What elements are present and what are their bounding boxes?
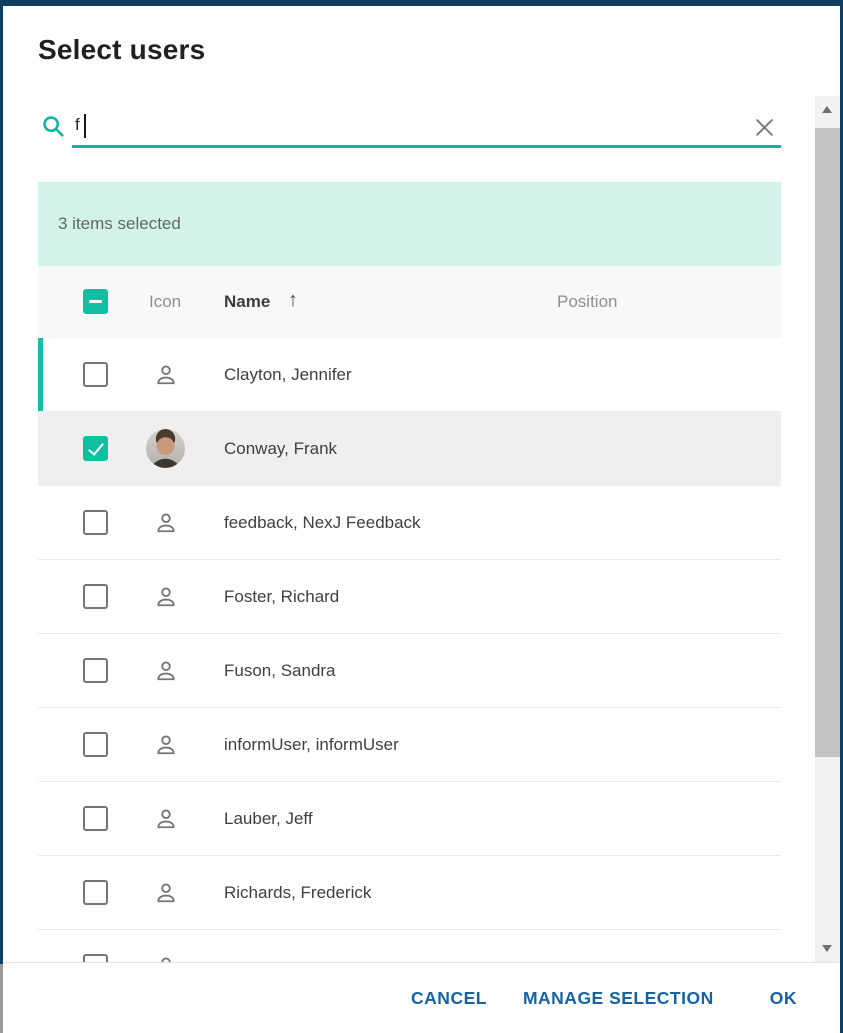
- table-row[interactable]: Lauber, Jeff: [38, 782, 781, 856]
- column-header-icon: Icon: [149, 292, 181, 312]
- user-list: Clayton, Jennifer Conway, Frank feedback…: [38, 338, 781, 962]
- selection-count-text: 3 items selected: [58, 214, 181, 234]
- row-checkbox[interactable]: [83, 436, 108, 461]
- person-icon: [153, 880, 179, 906]
- avatar-photo: [146, 429, 185, 468]
- dialog-footer: CANCEL MANAGE SELECTION OK: [3, 962, 840, 1033]
- cancel-button[interactable]: CANCEL: [411, 988, 487, 1009]
- row-name: informUser, informUser: [224, 708, 399, 781]
- sort-ascending-icon: ↑: [288, 289, 298, 312]
- selection-banner: 3 items selected: [38, 182, 781, 266]
- select-users-dialog: Select users 3 items selected Icon Name …: [3, 6, 840, 1033]
- person-icon: [153, 732, 179, 758]
- row-name: Conway, Frank: [224, 412, 337, 485]
- row-checkbox[interactable]: [83, 510, 108, 535]
- person-icon: [153, 510, 179, 536]
- row-name: Richards, Frederick: [224, 856, 371, 929]
- row-name: Fuson, Sandra: [224, 634, 336, 707]
- table-row[interactable]: feedback, NexJ Feedback: [38, 486, 781, 560]
- select-all-checkbox[interactable]: [83, 289, 108, 314]
- row-checkbox[interactable]: [83, 362, 108, 387]
- table-row[interactable]: Foster, Richard: [38, 560, 781, 634]
- person-icon: [153, 362, 179, 388]
- column-header-position[interactable]: Position: [557, 292, 617, 312]
- person-icon: [153, 658, 179, 684]
- ok-button[interactable]: OK: [770, 988, 797, 1009]
- scroll-up-button[interactable]: [815, 96, 840, 124]
- scrollbar-thumb[interactable]: [815, 128, 840, 757]
- table-row[interactable]: Fuson, Sandra: [38, 634, 781, 708]
- person-icon: [153, 954, 179, 962]
- table-row[interactable]: Clayton, Jennifer: [38, 338, 781, 412]
- search-underline: [72, 145, 781, 148]
- table-row[interactable]: [38, 930, 781, 962]
- scroll-down-button[interactable]: [815, 934, 840, 962]
- vertical-scrollbar[interactable]: [815, 96, 840, 962]
- row-name: Clayton, Jennifer: [224, 338, 352, 411]
- search-icon: [40, 113, 66, 139]
- table-header: Icon Name ↑ Position: [38, 266, 781, 339]
- row-checkbox[interactable]: [83, 954, 108, 962]
- clear-icon[interactable]: [753, 116, 776, 139]
- row-checkbox[interactable]: [83, 806, 108, 831]
- table-row[interactable]: Richards, Frederick: [38, 856, 781, 930]
- table-row[interactable]: Conway, Frank: [38, 412, 781, 486]
- row-checkbox[interactable]: [83, 658, 108, 683]
- row-name: feedback, NexJ Feedback: [224, 486, 421, 559]
- person-icon: [153, 806, 179, 832]
- row-name: Foster, Richard: [224, 560, 339, 633]
- row-checkbox[interactable]: [83, 880, 108, 905]
- manage-selection-button[interactable]: MANAGE SELECTION: [523, 988, 714, 1009]
- row-name: Lauber, Jeff: [224, 782, 313, 855]
- search-input[interactable]: [75, 109, 705, 141]
- person-icon: [153, 584, 179, 610]
- dialog-title: Select users: [38, 34, 205, 66]
- text-caret: [84, 114, 86, 138]
- row-checkbox[interactable]: [83, 732, 108, 757]
- table-row[interactable]: informUser, informUser: [38, 708, 781, 782]
- row-checkbox[interactable]: [83, 584, 108, 609]
- column-header-name[interactable]: Name: [224, 292, 270, 312]
